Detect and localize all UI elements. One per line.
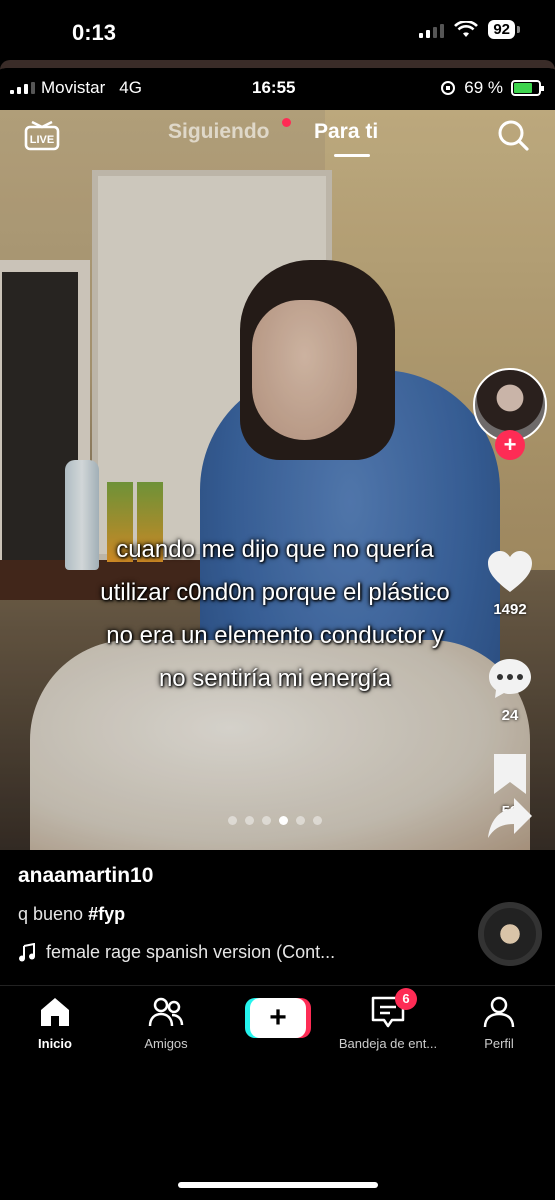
tab-following[interactable]: Siguiendo bbox=[168, 120, 270, 144]
app-time: 16:55 bbox=[252, 78, 296, 97]
friends-icon[interactable] bbox=[148, 994, 184, 1030]
battery-percent: 69 % bbox=[464, 78, 503, 97]
home-icon[interactable] bbox=[37, 994, 73, 1030]
comment-count: 24 bbox=[501, 707, 519, 724]
following-notification-dot bbox=[282, 118, 291, 127]
carousel-dot-active bbox=[279, 816, 288, 825]
app-screenshot: Movistar 4G 16:55 69 % LIVE Siguiendo Pa… bbox=[0, 60, 555, 980]
photo-carousel-indicator bbox=[228, 816, 322, 825]
comment-icon[interactable] bbox=[486, 656, 534, 700]
like-count: 1492 bbox=[493, 601, 527, 618]
follow-plus-icon[interactable]: + bbox=[495, 430, 525, 460]
nav-home-label: Inicio bbox=[38, 1036, 72, 1051]
video-player[interactable]: LIVE Siguiendo Para ti cuando me dijo qu… bbox=[0, 110, 555, 850]
nav-profile[interactable]: Perfil bbox=[444, 994, 554, 1051]
cellular-signal-icon bbox=[419, 22, 445, 38]
carrier-info: Movistar 4G bbox=[10, 78, 142, 98]
carrier-signal-icon bbox=[10, 82, 35, 94]
music-note-icon bbox=[19, 942, 35, 961]
like-button[interactable]: 1492 bbox=[470, 550, 550, 618]
creator-avatar-button[interactable]: + bbox=[473, 368, 547, 460]
svg-text:LIVE: LIVE bbox=[30, 134, 54, 146]
comment-button[interactable]: 24 bbox=[470, 656, 550, 724]
carousel-dot bbox=[313, 816, 322, 825]
nav-profile-label: Perfil bbox=[484, 1036, 514, 1051]
tab-for-you[interactable]: Para ti bbox=[314, 120, 378, 144]
bottom-navigation: Inicio Amigos + 6 Bandeja de ent... Perf… bbox=[0, 985, 555, 1065]
device-status-icons: 92 bbox=[419, 20, 520, 39]
create-button[interactable]: + bbox=[245, 998, 311, 1038]
profile-icon[interactable] bbox=[481, 994, 517, 1030]
carousel-dot bbox=[245, 816, 254, 825]
plus-icon[interactable]: + bbox=[250, 998, 306, 1038]
home-indicator[interactable] bbox=[178, 1182, 378, 1188]
video-caption-overlay: cuando me dijo que no quería utilizar c0… bbox=[100, 536, 450, 692]
post-info: anaamartin10 q bueno #fyp female rage sp… bbox=[0, 850, 555, 980]
creator-username[interactable]: anaamartin10 bbox=[18, 864, 153, 888]
description-text: q bueno bbox=[18, 904, 84, 924]
device-battery-icon: 92 bbox=[488, 20, 520, 39]
active-tab-indicator bbox=[334, 154, 370, 157]
device-time: 0:13 bbox=[72, 20, 117, 45]
nav-inbox[interactable]: 6 Bandeja de ent... bbox=[333, 988, 443, 1051]
search-icon[interactable] bbox=[496, 118, 530, 152]
music-title[interactable]: female rage spanish version (Cont... bbox=[46, 942, 335, 963]
hashtag-link[interactable]: #fyp bbox=[88, 904, 125, 924]
carousel-dot bbox=[296, 816, 305, 825]
heart-icon[interactable] bbox=[486, 550, 534, 594]
nav-friends-label: Amigos bbox=[144, 1036, 188, 1051]
music-info[interactable]: female rage spanish version (Cont... bbox=[18, 942, 335, 963]
bookmark-icon[interactable] bbox=[486, 752, 534, 796]
carousel-dot bbox=[262, 816, 271, 825]
device-status-bar: 0:13 92 bbox=[0, 0, 555, 60]
top-navigation: LIVE Siguiendo Para ti bbox=[0, 110, 555, 170]
carrier-name: Movistar bbox=[41, 78, 106, 97]
post-description: q bueno #fyp bbox=[18, 904, 125, 925]
rotation-lock-icon bbox=[441, 81, 456, 95]
nav-inbox-label: Bandeja de ent... bbox=[338, 1036, 438, 1051]
network-type: 4G bbox=[119, 78, 142, 97]
share-button[interactable] bbox=[470, 796, 550, 845]
wifi-icon bbox=[454, 20, 479, 37]
app-status-bar: Movistar 4G 16:55 69 % bbox=[0, 68, 555, 110]
inbox-badge: 6 bbox=[395, 988, 417, 1010]
live-icon[interactable]: LIVE bbox=[24, 118, 60, 152]
share-arrow-icon[interactable] bbox=[486, 796, 534, 840]
nav-home[interactable]: Inicio bbox=[0, 994, 110, 1051]
music-disc-icon[interactable] bbox=[478, 902, 542, 966]
app-status-icons: 69 % bbox=[440, 78, 544, 98]
nav-friends[interactable]: Amigos bbox=[111, 994, 221, 1051]
battery-charging-icon bbox=[511, 80, 544, 96]
carousel-dot bbox=[228, 816, 237, 825]
video-overlay bbox=[0, 110, 555, 850]
